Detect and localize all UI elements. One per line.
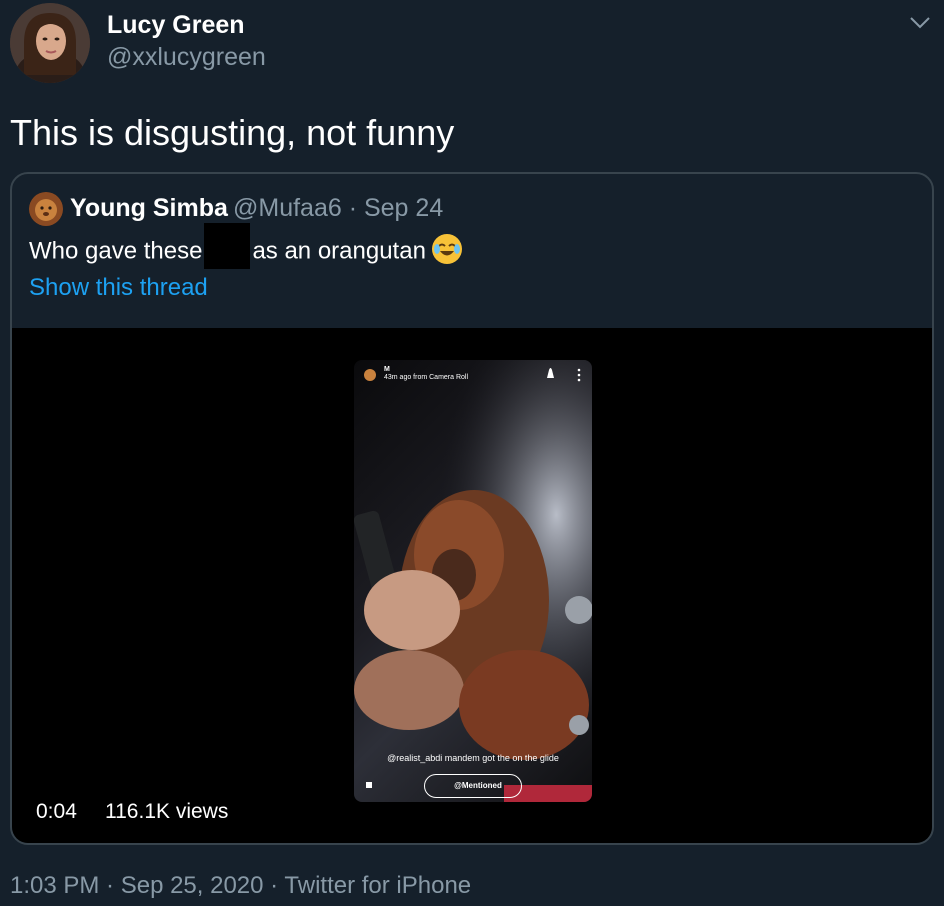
quoted-text-after: as an orangutan [252,237,426,265]
tweet-footer-meta[interactable]: 1:03 PM · Sep 25, 2020 · Twitter for iPh… [10,872,471,900]
snap-caption: @realist_abdi mandem got the on the glid… [387,753,559,763]
avatar-photo [10,3,90,83]
video-views: 116.1K views [105,800,229,823]
face-with-tears-of-joy-icon [431,234,462,264]
quoted-text-before: Who gave these [29,237,203,265]
lion-avatar-icon [29,192,63,226]
video-time: 0:04 [36,800,77,823]
chevron-down-icon[interactable] [908,14,932,32]
author-avatar[interactable] [10,3,90,83]
video-thumbnail [354,360,592,802]
tweet-text: This is disgusting, not funny [10,112,455,153]
video-player[interactable]: M 43m ago from Camera Roll @realist_abdi… [12,328,932,843]
quoted-tweet[interactable]: Young Simba @Mufaa6 · Sep 24 Who gave th… [10,172,934,845]
quoted-author-avatar[interactable] [29,192,63,226]
redaction-box [204,223,251,269]
snap-mention-pill: @Mentioned [424,774,522,798]
quoted-text: Who gave these as an orangutan [29,223,462,269]
quoted-author-name[interactable]: Young Simba [70,194,228,223]
quoted-handle-date[interactable]: @Mufaa6 · Sep 24 [233,194,443,223]
show-thread-link[interactable]: Show this thread [29,274,208,302]
video-frame: M 43m ago from Camera Roll @realist_abdi… [354,360,592,802]
snap-header: M 43m ago from Camera Roll [384,366,468,382]
author-name[interactable]: Lucy Green [107,11,245,40]
snap-subtitle: 43m ago from Camera Roll [384,374,469,381]
snap-user: M [384,366,390,373]
author-handle[interactable]: @xxlucygreen [107,43,266,72]
